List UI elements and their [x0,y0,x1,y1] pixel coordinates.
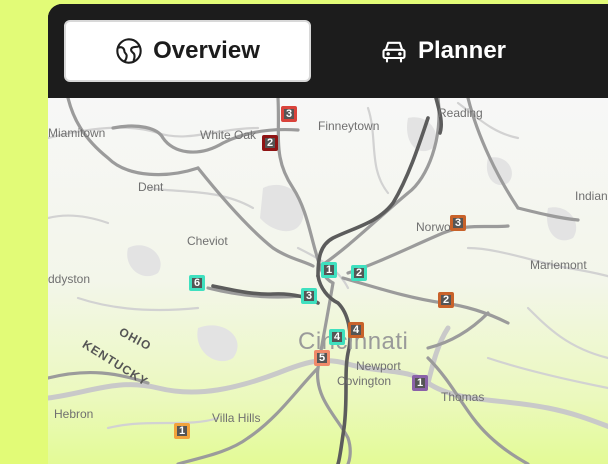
place-reading: Reading [438,106,483,120]
place-villa-hills: Villa Hills [212,411,261,425]
place-mariemont: Mariemont [530,258,587,272]
map-marker[interactable]: 3 [450,215,466,231]
place-norwood: Norwo [416,220,451,234]
tab-overview-label: Overview [153,37,260,64]
car-icon [382,41,406,63]
map-marker[interactable]: 3 [281,106,297,122]
map-marker[interactable]: 2 [351,265,367,281]
globe-icon [116,38,142,64]
place-white-oak: White Oak [200,128,257,142]
place-fort-thomas: Thomas [441,390,485,404]
place-indian-hill: Indian [575,189,608,203]
place-addyston: ddyston [48,272,91,286]
place-dent: Dent [138,180,164,194]
tab-planner-label: Planner [417,37,507,64]
map-roads [48,98,608,464]
map-marker[interactable]: 4 [329,329,345,345]
map-marker[interactable]: 3 [301,288,317,304]
map-view[interactable]: Reading Miamitown White Oak Finneytown D… [48,98,608,464]
place-miamitown: Miamitown [48,126,106,140]
map-marker[interactable]: 1 [412,375,428,391]
map-marker[interactable]: 1 [174,423,190,439]
map-marker[interactable]: 5 [314,350,330,366]
tab-overview[interactable]: Overview [64,20,311,82]
place-finneytown: Finneytown [318,119,380,133]
map-marker[interactable]: 6 [189,275,205,291]
place-cheviot: Cheviot [187,234,228,248]
place-hebron: Hebron [54,407,94,421]
map-marker[interactable]: 4 [348,322,364,338]
tab-planner[interactable]: Planner [323,20,563,82]
map-marker[interactable]: 2 [262,135,278,151]
place-covington: Covington [337,374,392,388]
app-window: Overview Planner Reading Miamitown White… [48,4,608,464]
map-marker[interactable]: 2 [438,292,454,308]
map-marker[interactable]: 1 [321,262,337,278]
place-newport: Newport [356,359,401,373]
tab-bar: Overview Planner [48,4,608,98]
